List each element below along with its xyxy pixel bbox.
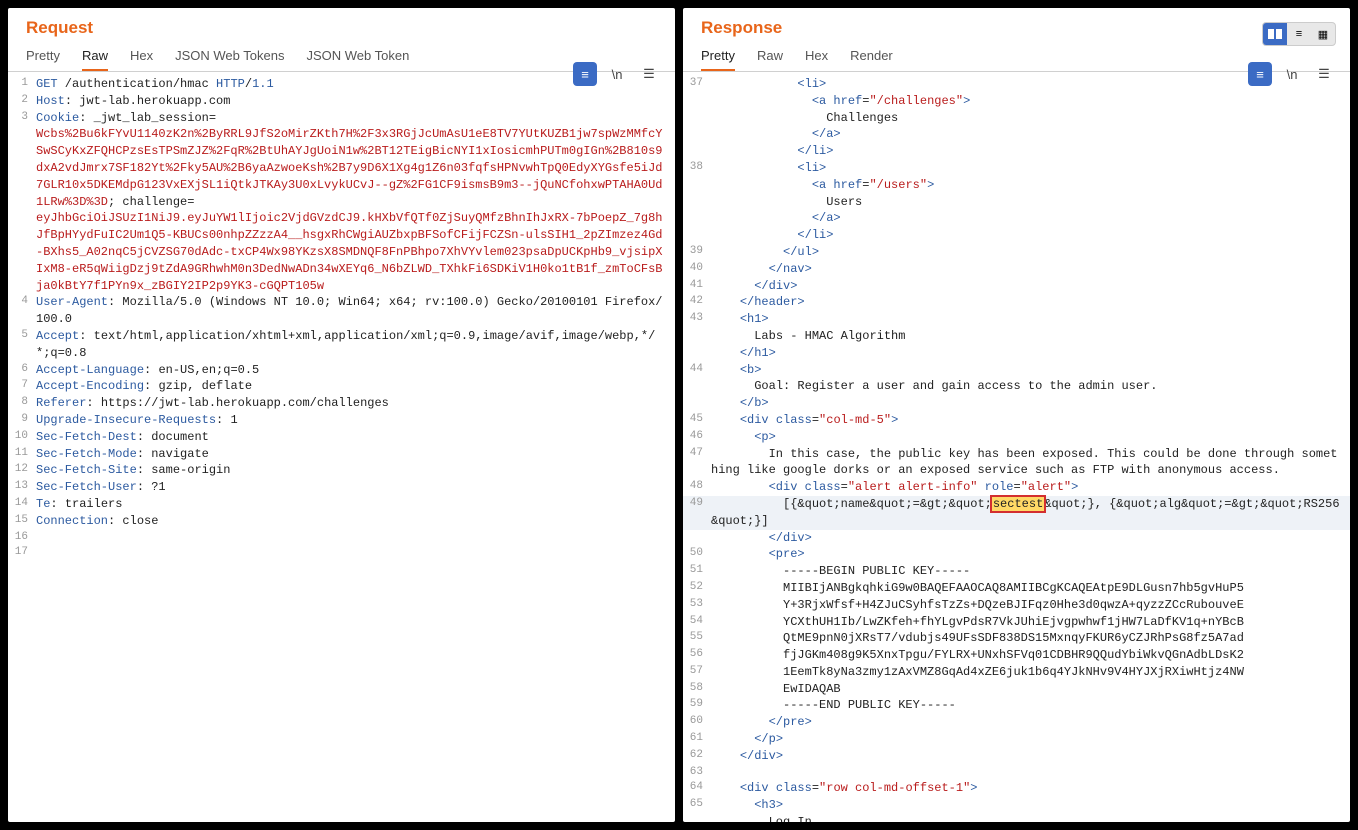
code-line: 50 <pre>: [683, 546, 1350, 563]
code-line: 16: [8, 530, 675, 545]
code-line: 47 In this case, the public key has been…: [683, 446, 1350, 480]
tab-pretty[interactable]: Pretty: [26, 48, 60, 71]
code-line: Wcbs%2Bu6kFYvU1140zK2n%2ByRRL9JfS2oMirZK…: [8, 126, 675, 210]
request-title: Request: [26, 18, 657, 38]
code-line: 60 </pre>: [683, 714, 1350, 731]
view-split[interactable]: [1263, 23, 1287, 45]
code-line: </a>: [683, 126, 1350, 143]
code-line: </li>: [683, 143, 1350, 160]
code-line: 3Cookie: _jwt_lab_session=: [8, 110, 675, 127]
format-icon[interactable]: ≡: [573, 62, 597, 86]
view-grid[interactable]: ▦: [1311, 23, 1335, 45]
response-title: Response: [701, 18, 1332, 38]
code-line: 43 <h1>: [683, 311, 1350, 328]
code-line: 57 1EemTk8yNa3zmy1zAxVMZ8GqAd4xZE6juk1b6…: [683, 664, 1350, 681]
code-line: 54 YCXthUH1Ib/LwZKfeh+fhYLgvPdsR7VkJUhiE…: [683, 614, 1350, 631]
tab-json-web-token[interactable]: JSON Web Token: [306, 48, 409, 71]
code-line: 51 -----BEGIN PUBLIC KEY-----: [683, 563, 1350, 580]
code-line: </li>: [683, 227, 1350, 244]
request-code[interactable]: 1GET /authentication/hmac HTTP/1.12Host:…: [8, 72, 675, 822]
request-panel: Request Pretty Raw Hex JSON Web Tokens JSON …: [8, 8, 675, 822]
newline-icon[interactable]: \n: [1280, 62, 1304, 86]
code-line: 4User-Agent: Mozilla/5.0 (Windows NT 10.…: [8, 294, 675, 328]
code-line: </b>: [683, 395, 1350, 412]
code-line: 41 </div>: [683, 278, 1350, 295]
code-line: 15Connection: close: [8, 513, 675, 530]
code-line: 40 </nav>: [683, 261, 1350, 278]
menu-icon[interactable]: ☰: [1312, 62, 1336, 86]
format-icon[interactable]: ≡: [1248, 62, 1272, 86]
code-line: eyJhbGciOiJSUzI1NiJ9.eyJuYW1lIjoic2VjdGV…: [8, 210, 675, 294]
code-line: 42 </header>: [683, 294, 1350, 311]
menu-icon[interactable]: ☰: [637, 62, 661, 86]
code-line: 11Sec-Fetch-Mode: navigate: [8, 446, 675, 463]
code-line: 5Accept: text/html,application/xhtml+xml…: [8, 328, 675, 362]
code-line: 53 Y+3RjxWfsf+H4ZJuCSyhfsTzZs+DQzeBJIFqz…: [683, 597, 1350, 614]
code-line: </a>: [683, 210, 1350, 227]
newline-icon[interactable]: \n: [605, 62, 629, 86]
code-line: <a href="/challenges">: [683, 93, 1350, 110]
code-line: 59 -----END PUBLIC KEY-----: [683, 697, 1350, 714]
code-line: 49 [{&quot;name&quot;=&gt;&quot;sectest&…: [683, 496, 1350, 530]
code-line: 45 <div class="col-md-5">: [683, 412, 1350, 429]
code-line: <a href="/users">: [683, 177, 1350, 194]
code-line: 56 fjJGKm408g9K5XnxTpgu/FYLRX+UNxhSFVq01…: [683, 647, 1350, 664]
code-line: </div>: [683, 530, 1350, 547]
code-line: 48 <div class="alert alert-info" role="a…: [683, 479, 1350, 496]
tab-pretty[interactable]: Pretty: [701, 48, 735, 71]
code-line: 55 QtME9pnN0jXRsT7/vdubjs49UFsSDF838DS15…: [683, 630, 1350, 647]
code-line: 39 </ul>: [683, 244, 1350, 261]
code-line: 44 <b>: [683, 362, 1350, 379]
tab-json-web-tokens[interactable]: JSON Web Tokens: [175, 48, 284, 71]
tab-hex[interactable]: Hex: [130, 48, 153, 71]
tab-raw[interactable]: Raw: [82, 48, 108, 71]
code-line: 58 EwIDAQAB: [683, 681, 1350, 698]
code-line: Labs - HMAC Algorithm: [683, 328, 1350, 345]
code-line: 64 <div class="row col-md-offset-1">: [683, 780, 1350, 797]
tab-raw[interactable]: Raw: [757, 48, 783, 71]
code-line: 38 <li>: [683, 160, 1350, 177]
code-line: 62 </div>: [683, 748, 1350, 765]
code-line: 7Accept-Encoding: gzip, deflate: [8, 378, 675, 395]
code-line: 9Upgrade-Insecure-Requests: 1: [8, 412, 675, 429]
code-line: 13Sec-Fetch-User: ?1: [8, 479, 675, 496]
code-line: 14Te: trailers: [8, 496, 675, 513]
code-line: 17: [8, 545, 675, 560]
code-line: Goal: Register a user and gain access to…: [683, 378, 1350, 395]
code-line: 63: [683, 765, 1350, 780]
code-line: 2Host: jwt-lab.herokuapp.com: [8, 93, 675, 110]
tab-hex[interactable]: Hex: [805, 48, 828, 71]
code-line: 65 <h3>: [683, 797, 1350, 814]
view-list[interactable]: ≡: [1287, 23, 1311, 45]
code-line: 12Sec-Fetch-Site: same-origin: [8, 462, 675, 479]
response-code[interactable]: 37 <li> <a href="/challenges"> Challenge…: [683, 72, 1350, 822]
code-line: Challenges: [683, 110, 1350, 127]
code-line: </h1>: [683, 345, 1350, 362]
code-line: Log In: [683, 814, 1350, 822]
response-panel: ≡ ▦ Response Pretty Raw Hex Render ≡ \n ☰ 3…: [683, 8, 1350, 822]
code-line: Users: [683, 194, 1350, 211]
view-toggle: ≡ ▦: [1262, 22, 1336, 46]
code-line: 61 </p>: [683, 731, 1350, 748]
code-line: 8Referer: https://jwt-lab.herokuapp.com/…: [8, 395, 675, 412]
code-line: 52 MIIBIjANBgkqhkiG9w0BAQEFAAOCAQ8AMIIBC…: [683, 580, 1350, 597]
tab-render[interactable]: Render: [850, 48, 893, 71]
code-line: 46 <p>: [683, 429, 1350, 446]
code-line: 10Sec-Fetch-Dest: document: [8, 429, 675, 446]
code-line: 6Accept-Language: en-US,en;q=0.5: [8, 362, 675, 379]
